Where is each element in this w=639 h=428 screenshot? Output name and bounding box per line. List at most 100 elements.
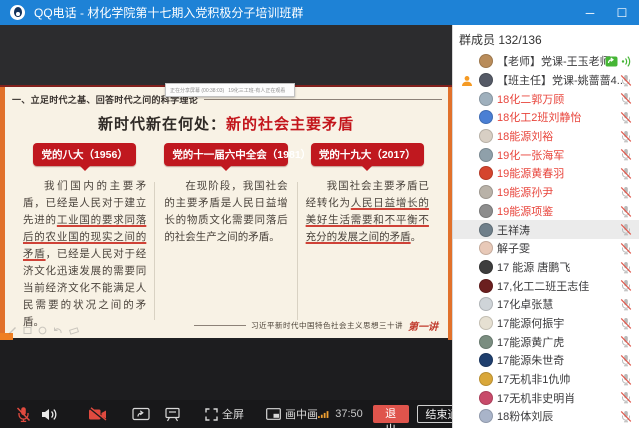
member-row[interactable]: 17化卓张慧 xyxy=(453,295,639,314)
member-status-icons xyxy=(620,148,632,161)
member-status-icons xyxy=(620,335,632,348)
pen-icon[interactable] xyxy=(8,326,17,335)
rectangle-tool-icon[interactable] xyxy=(23,326,32,335)
member-row[interactable]: 17能源朱世奇 xyxy=(453,351,639,370)
fullscreen-icon xyxy=(205,408,218,421)
pip-icon xyxy=(266,408,281,420)
presentation-slide: 一、立足时代之基、回答时代之问的科学理论 正在分享屏幕 (00:38:03) 1… xyxy=(0,85,452,338)
member-name: 【班主任】党课-姚蔷蔷4.. xyxy=(497,72,623,88)
column-header-badge: 党的十九大（2017） xyxy=(311,143,424,166)
avatar xyxy=(479,54,493,68)
maximize-button[interactable]: ☐ xyxy=(615,8,629,18)
member-row[interactable]: 19能源项鉴 xyxy=(453,202,639,221)
mic-muted-icon xyxy=(620,391,632,404)
member-row[interactable]: 18能源刘裕 xyxy=(453,127,639,146)
avatar xyxy=(479,185,493,199)
mic-muted-icon xyxy=(620,130,632,143)
member-row[interactable]: 18化工2班刘静怡 xyxy=(453,108,639,127)
member-name: 【老师】党课-王玉老师 xyxy=(497,53,611,69)
avatar xyxy=(479,297,493,311)
member-row[interactable]: 18粉体刘辰 xyxy=(453,407,639,426)
member-status-icons xyxy=(605,55,632,68)
mic-muted-icon xyxy=(620,279,632,292)
member-row[interactable]: 17能源黄广虎 xyxy=(453,332,639,351)
member-count-header: 群成员 132/136 xyxy=(453,25,639,52)
member-name: 19能源孙尹 xyxy=(497,184,553,200)
avatar xyxy=(479,409,493,423)
member-name: 17能源黄广虎 xyxy=(497,334,564,350)
member-name: 18粉体刘辰 xyxy=(497,408,553,424)
title-bar: QQ电话 - 材化学院第十七期入党积极分子培训班群 ─ ☐ xyxy=(0,0,639,25)
column-1981: 党的十一届六中全会（1981） 在现阶段，我国社会的主要矛盾是人民日益增长的物质… xyxy=(155,143,296,331)
camera-muted-button[interactable] xyxy=(88,407,107,422)
member-status-icons xyxy=(620,317,632,330)
share-screen-button[interactable] xyxy=(132,407,150,422)
member-status-icons xyxy=(620,242,632,255)
member-name: 19能源项鉴 xyxy=(497,203,553,219)
member-row[interactable]: 【老师】党课-王玉老师 xyxy=(453,52,639,71)
slide-title: 新时代新在何处：新的社会主要矛盾 xyxy=(0,113,452,134)
section-divider-line xyxy=(204,99,442,100)
member-status-icons xyxy=(620,373,632,386)
member-row[interactable]: 17无机非史明肖 xyxy=(453,388,639,407)
member-row[interactable]: 19能源黄春羽 xyxy=(453,164,639,183)
member-row[interactable]: 17,化工二班王志佳 xyxy=(453,276,639,295)
avatar xyxy=(479,204,493,218)
exit-button[interactable]: 退出 xyxy=(373,405,409,423)
letterbox-bottom xyxy=(0,340,452,400)
circle-tool-icon[interactable] xyxy=(38,326,47,335)
column-header-badge: 党的八大（1956） xyxy=(33,143,135,166)
member-row[interactable]: 17能源何振宇 xyxy=(453,314,639,333)
member-row[interactable]: 17 能源 唐鹏飞 xyxy=(453,258,639,277)
eraser-icon[interactable] xyxy=(69,326,80,335)
column-paragraph: 我国社会主要矛盾已经转化为人民日益增长的美好生活需要和不平衡不充分的发展之间的矛… xyxy=(306,178,429,246)
column-paragraph: 我们国内的主要矛盾，已经是人民对于建立先进的工业国的要求同落后的农业国的现实之间… xyxy=(23,178,146,331)
avatar xyxy=(479,391,493,405)
member-status-icons xyxy=(620,111,632,124)
voice-active-icon xyxy=(621,55,632,68)
share-status-text: 正在分享屏幕 (00:38:03) xyxy=(170,87,224,94)
pip-button[interactable]: 画中画 xyxy=(266,406,318,422)
avatar xyxy=(479,335,493,349)
member-row[interactable]: 19化一张海军 xyxy=(453,145,639,164)
undo-icon[interactable] xyxy=(53,326,63,335)
slide-footer: 习近平新时代中国特色社会主义思想三十讲 第一讲 xyxy=(194,318,438,333)
mic-muted-icon xyxy=(620,317,632,330)
member-name: 18能源刘裕 xyxy=(497,128,553,144)
member-row[interactable]: 王祥涛 xyxy=(453,220,639,239)
member-status-icons xyxy=(620,279,632,292)
avatar xyxy=(479,372,493,386)
annotation-toolbar[interactable] xyxy=(8,326,80,335)
column-2017: 党的十九大（2017） 我国社会主要矛盾已经转化为人民日益增长的美好生活需要和不… xyxy=(297,143,438,331)
member-row[interactable]: 解子雯 xyxy=(453,239,639,258)
qq-logo-icon xyxy=(10,5,25,20)
avatar xyxy=(479,148,493,162)
member-row[interactable]: 【班主任】党课-姚蔷蔷4.. xyxy=(453,71,639,90)
member-row[interactable]: 18化二郭万顾 xyxy=(453,89,639,108)
fullscreen-button[interactable]: 全屏 xyxy=(205,406,244,422)
member-sidebar: 群成员 132/136 【老师】党课-王玉老师 【班主任】党课-姚蔷蔷4.. 1… xyxy=(452,25,639,428)
window-title: QQ电话 - 材化学院第十七期入党积极分子培训班群 xyxy=(34,4,303,21)
member-name: 17能源何振宇 xyxy=(497,315,564,331)
member-status-icons xyxy=(620,354,632,367)
member-name: 17能源朱世奇 xyxy=(497,352,564,368)
microphone-muted-button[interactable] xyxy=(16,406,31,423)
mic-muted-icon xyxy=(620,373,632,386)
member-row[interactable]: 19能源孙尹 xyxy=(453,183,639,202)
signal-strength-icon xyxy=(318,408,330,420)
avatar xyxy=(479,353,493,367)
member-name: 王祥涛 xyxy=(497,222,530,238)
minimize-button[interactable]: ─ xyxy=(583,8,597,18)
column-divider xyxy=(154,182,155,320)
mic-muted-icon xyxy=(620,205,632,218)
member-status-icons xyxy=(620,391,632,404)
slide-columns: 党的八大（1956） 我们国内的主要矛盾，已经是人民对于建立先进的工业国的要求同… xyxy=(14,143,438,331)
member-name: 19能源黄春羽 xyxy=(497,165,564,181)
whiteboard-button[interactable] xyxy=(164,407,181,422)
shared-screen-area: 一、立足时代之基、回答时代之问的科学理论 正在分享屏幕 (00:38:03) 1… xyxy=(0,25,452,428)
member-name: 19化一张海军 xyxy=(497,147,564,163)
member-name: 17 能源 唐鹏飞 xyxy=(497,259,570,275)
speaker-button[interactable] xyxy=(41,407,58,422)
mic-muted-icon xyxy=(620,148,632,161)
member-row[interactable]: 17无机非1仇帅 xyxy=(453,370,639,389)
